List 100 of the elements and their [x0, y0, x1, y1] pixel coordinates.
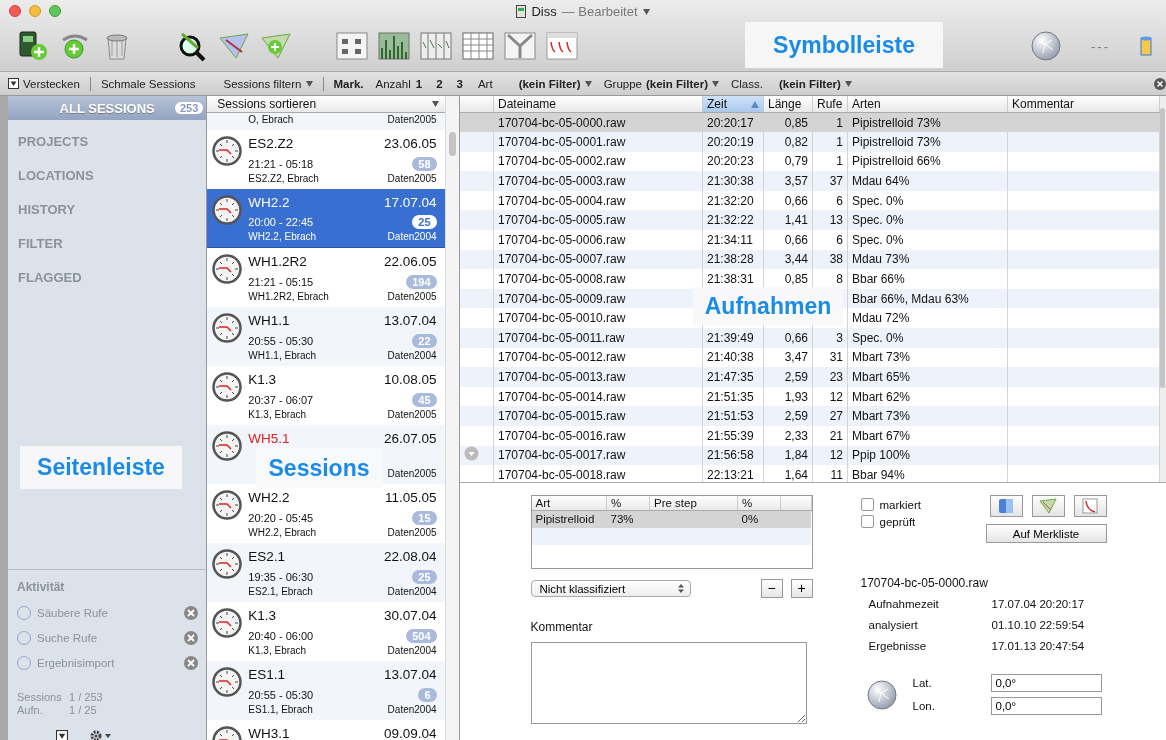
species-cell: Spec. 0% — [852, 193, 904, 208]
window-title: Diss — [531, 4, 557, 19]
session-name: WH2.2 — [248, 195, 291, 212]
callout-tooltip: Sessions — [256, 448, 382, 488]
coordinate-label: Lat. — [912, 677, 933, 689]
calls-cell: 3 — [836, 330, 843, 345]
mark-label: Mark. — [333, 77, 364, 90]
recording-count-badge: 22 — [412, 333, 437, 348]
count-label: Anzahl — [375, 77, 411, 90]
checkbox-label: markiert — [879, 498, 922, 511]
species-cell: Bbar 66%, Mdau 63% — [852, 291, 969, 306]
file-name-cell: 170704-bc-05-0001.raw — [493, 132, 703, 152]
time-cell: 21:51:35 — [707, 389, 754, 404]
calls-cell: 1 — [836, 115, 843, 130]
session-source: Daten2004 — [386, 231, 437, 244]
session-date: 10.08.05 — [384, 372, 437, 389]
file-name-cell: 170704-bc-05-0003.raw — [493, 171, 703, 191]
recording-count-badge: 25 — [412, 569, 437, 584]
session-location: WH2.2, Ebrach — [248, 231, 318, 244]
calls-cell: 8 — [836, 272, 843, 287]
callout-tooltip: Aufnahmen — [693, 287, 843, 325]
length-cell: 2,59 — [784, 370, 808, 384]
calls-cell: 31 — [829, 350, 843, 365]
session-date: 13.07.04 — [384, 313, 437, 330]
length-cell: 0,66 — [784, 330, 808, 345]
stat-value: 1 / 253 — [69, 691, 104, 703]
length-cell: 1,64 — [784, 468, 808, 482]
calls-cell: 27 — [829, 409, 843, 424]
recording-count-badge: 504 — [406, 628, 437, 643]
session-count-badge: 253 — [175, 102, 204, 114]
activity-title: Aktivität — [17, 580, 66, 594]
species-cell: Bbar 66% — [852, 272, 905, 287]
info-label: Aufnahmezeit — [868, 598, 940, 610]
file-name: 170704-bc-05-0000.raw — [860, 576, 989, 590]
session-name: WH5.1 — [248, 431, 291, 448]
session-source: Daten2005 — [386, 526, 437, 540]
callout-tooltip: Symbolleiste — [745, 22, 943, 68]
session-source: Daten2004 — [386, 703, 437, 717]
recording-count-badge: 58 — [412, 156, 437, 171]
time-cell: 21:38:31 — [707, 272, 754, 287]
session-source: Daten2005 — [386, 290, 437, 304]
document-status: — Bearbeitet — [561, 4, 638, 19]
species-cell: Ppip 100% — [852, 448, 911, 463]
length-cell: 3,44 — [784, 252, 808, 267]
session-time-range: 19:35 - 06:30 — [248, 570, 315, 583]
session-time-range: 21:21 - 05:18 — [248, 157, 315, 170]
coordinate-label: Lon. — [912, 700, 936, 712]
species-cell: Pipistrelloid 73% — [852, 115, 941, 130]
recording-count-badge: 194 — [406, 274, 437, 289]
time-cell: 21:47:35 — [707, 370, 754, 384]
time-cell: 21:51:53 — [707, 409, 754, 424]
file-name-cell: 170704-bc-05-0011.raw — [493, 328, 703, 348]
length-cell: 0,66 — [784, 232, 808, 247]
calls-cell: 23 — [829, 370, 843, 384]
length-cell: 2,59 — [784, 409, 808, 424]
time-cell: 21:56:58 — [707, 448, 754, 463]
comment-label: Kommentar — [530, 620, 594, 634]
file-name-cell: 170704-bc-05-0016.raw — [493, 426, 703, 446]
session-name: ES1.1 — [248, 667, 287, 684]
session-name: ES2.Z2 — [248, 136, 295, 153]
group-label: Gruppe — [603, 77, 642, 90]
session-name: WH2.2 — [248, 490, 291, 507]
status-text: --- — [1091, 38, 1110, 54]
species-cell: Pipistrelloid 66% — [852, 154, 941, 169]
time-cell: 21:40:38 — [707, 350, 754, 365]
species-cell: Mbart 65% — [852, 370, 911, 384]
activity-label: Ergebnisimport — [37, 656, 115, 669]
activity-label: Suche Rufe — [37, 631, 98, 644]
file-name-cell: 170704-bc-05-0006.raw — [493, 230, 703, 250]
species-table-cell: Pipistrelloid — [535, 513, 595, 526]
length-cell: 0,79 — [784, 154, 808, 169]
info-value: 01.10.10 22:59:54 — [991, 619, 1086, 631]
session-name: K1.3 — [248, 608, 278, 625]
session-location: ES2.Z2, Ebrach — [248, 172, 320, 186]
session-date: 22.06.05 — [384, 254, 437, 271]
species-cell: Pipistrelloid 73% — [852, 134, 941, 149]
session-source: Daten2005 — [386, 467, 437, 481]
session-location: O, Ebrach — [248, 114, 295, 126]
stat-label: Sessions — [17, 691, 63, 703]
recording-count-badge: 6 — [418, 687, 437, 702]
time-cell: 21:39:49 — [707, 330, 754, 345]
session-date: 09.09.04 — [384, 726, 437, 740]
class-label: Class. — [730, 77, 763, 90]
species-cell: Mbart 67% — [852, 428, 911, 443]
session-time-range: 20:55 - 05:30 — [248, 688, 315, 701]
session-time-range: 21:21 - 05:15 — [248, 275, 315, 288]
species-cell: Mdau 64% — [852, 174, 910, 189]
session-time-range: 20:00 - 22:45 — [248, 216, 315, 229]
session-location: WH1.2R2, Ebrach — [248, 290, 330, 304]
info-value: 17.01.13 20:47:54 — [991, 640, 1086, 652]
stat-label: Aufn. — [17, 704, 44, 716]
session-location: ES2.1, Ebrach — [248, 585, 314, 599]
callout-tooltip: Seitenleiste — [20, 446, 182, 489]
species-table-cell: 73% — [610, 513, 634, 526]
session-time-range: 20:20 - 05:45 — [248, 511, 315, 524]
session-date: 11.05.05 — [385, 490, 437, 507]
session-date: 13.07.04 — [384, 667, 437, 684]
length-cell: 0,66 — [784, 193, 808, 208]
session-time-range: 20:37 - 06:07 — [248, 393, 315, 406]
species-table-cell: 0% — [741, 513, 759, 526]
